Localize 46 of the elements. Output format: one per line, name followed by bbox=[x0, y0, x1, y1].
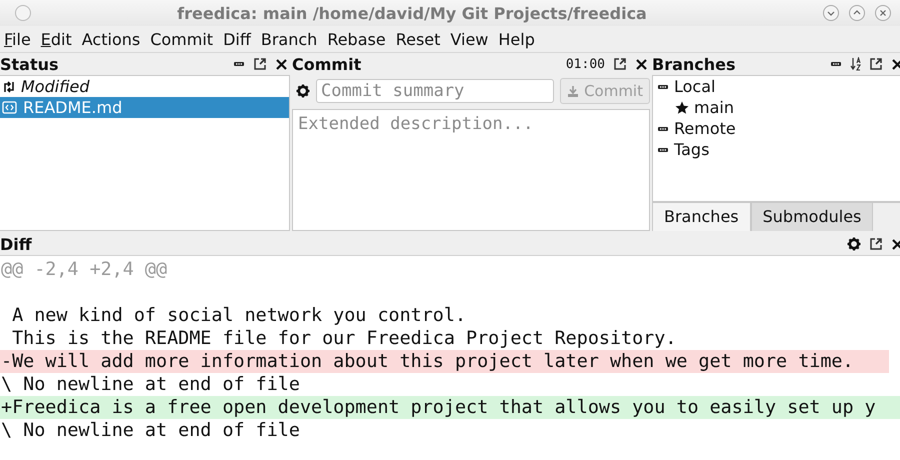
close-icon[interactable] bbox=[635, 58, 648, 70]
star-icon bbox=[675, 100, 689, 114]
menu-item[interactable]: Actions bbox=[76, 28, 146, 50]
float-icon[interactable] bbox=[869, 237, 883, 251]
sync-arrows-icon bbox=[2, 80, 16, 94]
panel-title: Commit bbox=[292, 54, 362, 74]
group-label: Modified bbox=[21, 77, 90, 96]
tree-item[interactable]: Tags bbox=[674, 140, 710, 159]
code-file-icon bbox=[2, 100, 17, 115]
list-row[interactable]: README.md bbox=[0, 97, 289, 118]
menu-item[interactable]: File bbox=[0, 28, 36, 50]
panel-title: Diff bbox=[0, 234, 32, 254]
menu-item[interactable]: Edit bbox=[36, 28, 77, 50]
tab[interactable]: Branches bbox=[652, 203, 751, 231]
minimize-icon[interactable] bbox=[822, 4, 840, 22]
menu-item[interactable]: Branch bbox=[256, 28, 322, 50]
summary-field[interactable]: Commit summary bbox=[316, 79, 554, 103]
menu-item[interactable]: Rebase bbox=[322, 28, 391, 50]
menu-item[interactable]: View bbox=[445, 28, 494, 50]
maximize-icon[interactable] bbox=[848, 4, 866, 22]
tree-item[interactable]: main bbox=[694, 98, 734, 117]
menu-item[interactable]: Commit bbox=[145, 28, 218, 50]
tab[interactable]: Submodules bbox=[750, 203, 874, 231]
sort-icon[interactable] bbox=[850, 57, 861, 71]
menu-item[interactable]: Reset bbox=[390, 28, 446, 50]
window-title: freedica: main /home/david/My Git Projects/freedica bbox=[176, 4, 648, 22]
diff-line: \ No newline at end of file bbox=[0, 373, 301, 396]
float-icon[interactable] bbox=[253, 57, 267, 71]
diff-line: @@ -2,4 +2,4 @@ bbox=[0, 258, 168, 281]
menu-item[interactable]: Diff bbox=[218, 28, 256, 50]
float-icon[interactable] bbox=[613, 57, 627, 71]
settings-icon[interactable] bbox=[296, 84, 310, 98]
diff-line: This is the README file for our Freedica Project Repository. bbox=[11, 327, 678, 350]
tree-item[interactable]: Remote bbox=[674, 119, 736, 138]
menu-item[interactable]: Help bbox=[493, 28, 540, 50]
diff-line: \ No newline at end of file bbox=[0, 419, 301, 442]
timer-label: 01:00 bbox=[566, 56, 605, 72]
float-icon[interactable] bbox=[869, 57, 883, 71]
diff-line: A new kind of social network you control. bbox=[11, 304, 468, 327]
tree-item[interactable]: Local bbox=[674, 77, 716, 96]
close-icon[interactable] bbox=[275, 58, 288, 70]
panel-title: Status bbox=[0, 54, 59, 74]
panel-title: Branches bbox=[652, 54, 736, 74]
download-icon bbox=[567, 84, 580, 98]
description-field[interactable]: Extended description... bbox=[292, 109, 650, 231]
settings-icon[interactable] bbox=[847, 237, 861, 251]
